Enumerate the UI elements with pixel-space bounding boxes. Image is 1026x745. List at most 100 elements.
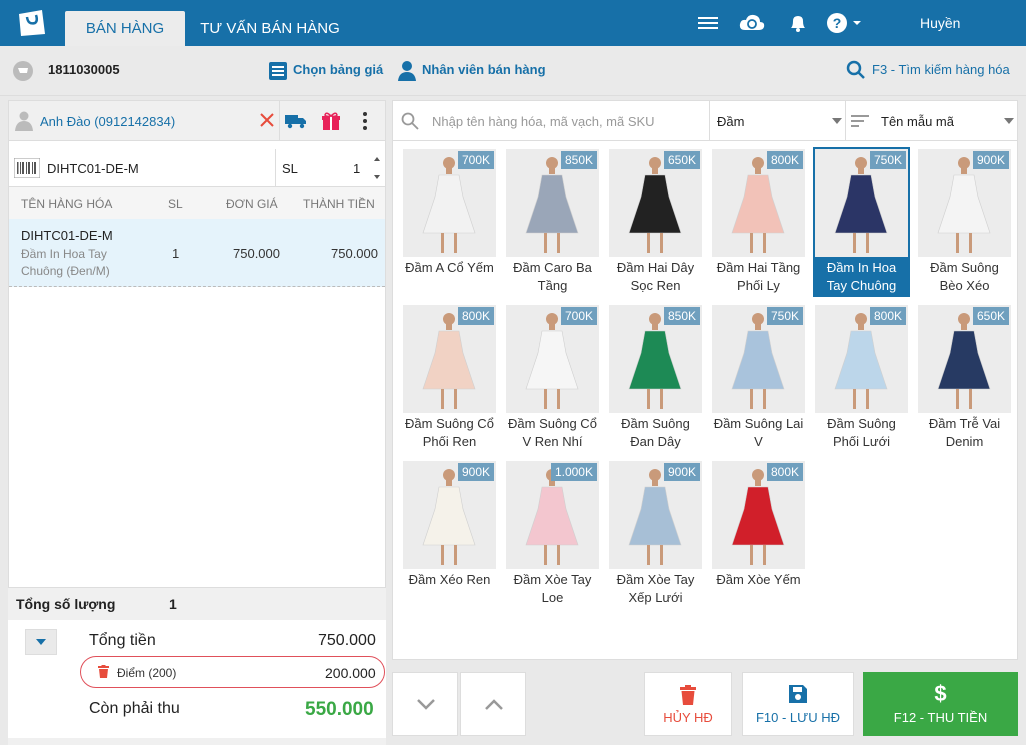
- scroll-down-button[interactable]: [392, 672, 458, 736]
- table-row[interactable]: DIHTC01-DE-M Đầm In Hoa Tay Chuông (Đen/…: [9, 219, 385, 287]
- qty-label: SL: [282, 161, 298, 176]
- amount-due-label: Còn phải thu: [89, 700, 180, 717]
- row-price[interactable]: 750.000: [233, 246, 280, 261]
- save-invoice-button[interactable]: F10 - LƯU HĐ: [742, 672, 854, 736]
- category-select[interactable]: Đầm: [717, 114, 744, 129]
- product-name-line: Đầm Xòe Yếm: [716, 572, 801, 587]
- delivery-truck-icon[interactable]: [285, 113, 307, 129]
- product-search-shortcut[interactable]: F3 - Tìm kiếm hàng hóa: [872, 62, 1010, 77]
- staff-icon[interactable]: [397, 60, 417, 82]
- sort-select[interactable]: Tên mẫu mã: [881, 114, 954, 129]
- product-price: 750K: [869, 151, 906, 169]
- product-card[interactable]: 650K Đầm Hai Dây Sọc Ren: [607, 149, 704, 299]
- product-name-line: Sọc Ren: [630, 278, 681, 293]
- product-image: 750K: [712, 305, 805, 413]
- divider: [845, 101, 846, 141]
- customer-name[interactable]: Anh Đào (0912142834): [40, 114, 175, 129]
- product-price: 700K: [457, 151, 494, 169]
- product-name-line: Đầm Hai Dây: [616, 260, 695, 275]
- product-card[interactable]: 800K Đầm Suông Cổ Phối Ren: [401, 305, 498, 455]
- scroll-up-button[interactable]: [460, 672, 526, 736]
- product-search-input[interactable]: Nhập tên hàng hóa, mã vạch, mã SKU: [432, 114, 655, 129]
- qty-input[interactable]: 1: [353, 161, 360, 176]
- secondary-bar: 1811030005 Chọn bảng giá Nhân viên bán h…: [0, 46, 1026, 96]
- checkout-label: F12 - THU TIỀN: [893, 710, 988, 725]
- row-total: 750.000: [331, 246, 378, 261]
- product-price: 1.000K: [550, 463, 597, 481]
- customer-row: Anh Đào (0912142834): [9, 101, 385, 141]
- product-name: Đầm Caro Ba Tầng: [504, 259, 601, 295]
- product-image: 1.000K: [506, 461, 599, 569]
- product-name-line: Đầm Xòe Tay: [616, 572, 695, 587]
- chevron-down-icon[interactable]: [832, 118, 842, 124]
- trash-icon[interactable]: [98, 665, 109, 678]
- subtotal-label: Tổng tiền: [89, 632, 156, 649]
- qty-stepper-icon[interactable]: [373, 155, 381, 181]
- product-card[interactable]: 850K Đầm Suông Đan Dây: [607, 305, 704, 455]
- cloud-sync-icon[interactable]: [738, 12, 766, 34]
- product-card[interactable]: 650K Đầm Trễ Vai Denim: [916, 305, 1013, 455]
- cart-panel: Anh Đào (0912142834) DIHTC01-DE-M SL 1 T…: [8, 100, 386, 588]
- product-name-line: Tay Chuông: [826, 278, 897, 293]
- gift-icon[interactable]: [321, 111, 341, 131]
- product-card[interactable]: 750K Đầm In Hoa Tay Chuông: [813, 147, 910, 299]
- product-name: Đầm In Hoa Tay Chuông: [813, 257, 910, 297]
- tab-tu-van-ban-hang[interactable]: TƯ VẤN BÁN HÀNG: [190, 11, 350, 46]
- product-card[interactable]: 900K Đầm Suông Bèo Xéo: [916, 149, 1013, 299]
- product-card[interactable]: 900K Đầm Xòe Tay Xếp Lưới: [607, 461, 704, 611]
- menu-icon[interactable]: [696, 12, 720, 34]
- product-name-line: Đầm Xòe Tay: [513, 572, 592, 587]
- product-card[interactable]: 1.000K Đầm Xòe Tay Loe: [504, 461, 601, 611]
- help-icon[interactable]: ?: [826, 12, 862, 34]
- tab-ban-hang[interactable]: BÁN HÀNG: [65, 11, 185, 46]
- product-name-line: Đầm Suông: [827, 416, 896, 431]
- product-name-line: Đầm Suông Lai: [713, 416, 804, 431]
- product-image: 900K: [918, 149, 1011, 257]
- product-name: Đầm Hai Dây Sọc Ren: [607, 259, 704, 295]
- remove-customer-icon[interactable]: [260, 113, 274, 127]
- cancel-invoice-button[interactable]: HỦY HĐ: [644, 672, 732, 736]
- product-card[interactable]: 800K Đầm Xòe Yếm: [710, 461, 807, 611]
- product-price: 900K: [457, 463, 494, 481]
- chevron-down-icon[interactable]: [1004, 118, 1014, 124]
- product-name: Đầm Xéo Ren: [401, 571, 498, 589]
- checkout-button[interactable]: $ F12 - THU TIỀN: [863, 672, 1018, 736]
- product-card[interactable]: 750K Đầm Suông Lai V: [710, 305, 807, 455]
- invoice-id[interactable]: 1811030005: [48, 62, 120, 77]
- product-card[interactable]: 700K Đầm Suông Cổ V Ren Nhí: [504, 305, 601, 455]
- total-qty-value: 1: [169, 596, 177, 612]
- row-product-desc: Chuông (Đen/M): [21, 264, 110, 278]
- product-card[interactable]: 900K Đầm Xéo Ren: [401, 461, 498, 611]
- more-options-icon[interactable]: [361, 111, 369, 131]
- product-image: 750K: [813, 147, 910, 259]
- product-image: 900K: [609, 461, 702, 569]
- product-name-line: Bèo Xéo: [939, 278, 990, 293]
- product-name: Đầm Suông Cổ Phối Ren: [401, 415, 498, 451]
- expand-totals-button[interactable]: [25, 629, 57, 655]
- bell-icon[interactable]: [786, 12, 810, 34]
- product-name-line: Đầm In Hoa: [826, 260, 897, 275]
- product-price: 650K: [972, 307, 1009, 325]
- product-price: 800K: [766, 151, 803, 169]
- price-list-button[interactable]: Chọn bảng giá: [293, 62, 383, 77]
- chevron-up-icon: [485, 699, 503, 710]
- dollar-icon: $: [934, 681, 947, 706]
- person-icon: [15, 111, 33, 131]
- product-card[interactable]: 850K Đầm Caro Ba Tầng: [504, 149, 601, 299]
- search-icon[interactable]: [846, 60, 866, 80]
- product-name: Đầm Suông Cổ V Ren Nhí: [504, 415, 601, 451]
- product-image: 850K: [506, 149, 599, 257]
- product-image: 800K: [712, 149, 805, 257]
- staff-button[interactable]: Nhân viên bán hàng: [422, 62, 546, 77]
- product-name-line: Loe: [541, 590, 564, 605]
- product-name-line: V Ren Nhí: [522, 434, 583, 449]
- user-name[interactable]: Huyền: [920, 15, 960, 31]
- product-name-line: Đầm Suông Cổ: [405, 416, 494, 431]
- price-list-icon[interactable]: [268, 61, 288, 81]
- product-code-input[interactable]: DIHTC01-DE-M: [47, 161, 139, 176]
- product-card[interactable]: 800K Đầm Hai Tầng Phối Ly: [710, 149, 807, 299]
- product-card[interactable]: 800K Đầm Suông Phối Lưới: [813, 305, 910, 455]
- product-card[interactable]: 700K Đầm A Cổ Yếm: [401, 149, 498, 299]
- points-value: 200.000: [325, 665, 376, 681]
- row-qty[interactable]: 1: [172, 246, 179, 261]
